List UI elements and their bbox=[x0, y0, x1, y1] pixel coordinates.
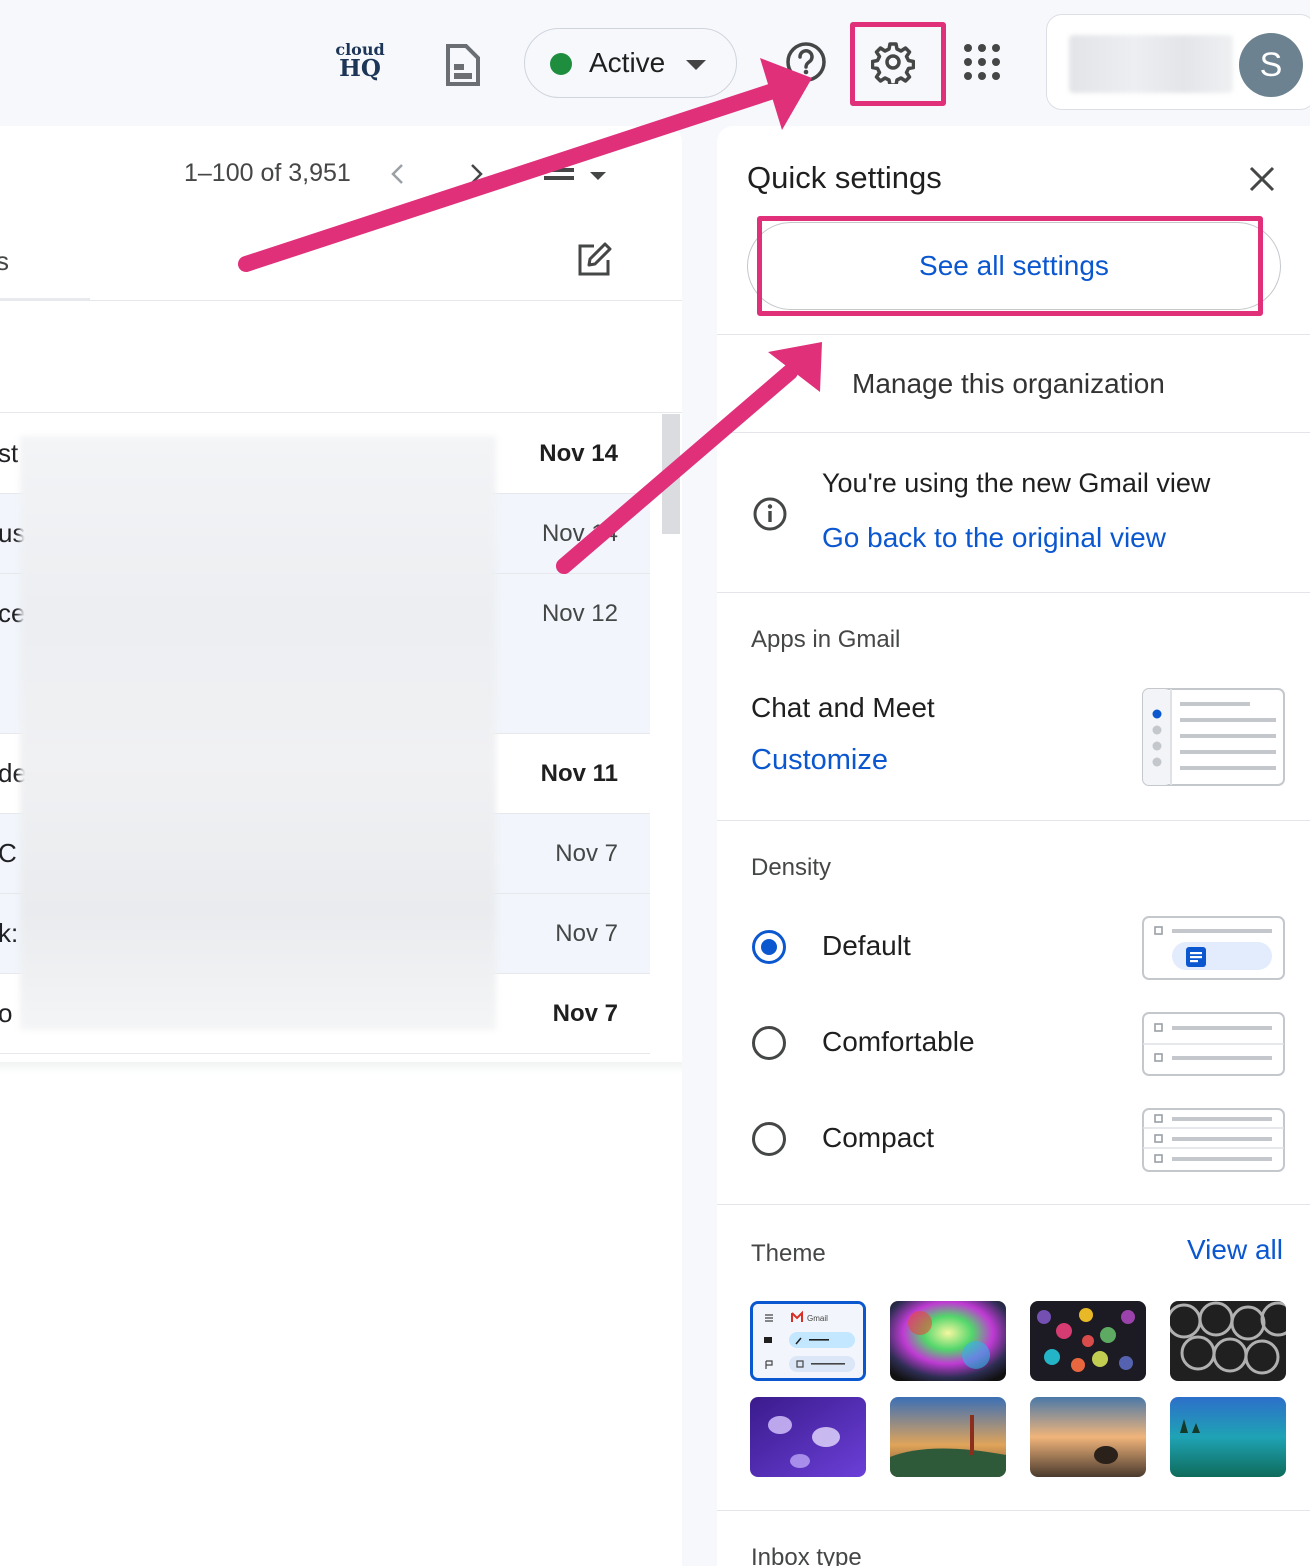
divider bbox=[717, 820, 1310, 821]
chat-meet-preview-icon bbox=[1142, 688, 1285, 786]
theme-bokeh-tile[interactable] bbox=[1030, 1301, 1146, 1381]
density-comfortable-preview-icon bbox=[1142, 1012, 1285, 1076]
status-label: Active bbox=[589, 47, 666, 78]
chat-and-meet-label: Chat and Meet bbox=[751, 692, 935, 723]
sender-fragment: o bbox=[0, 998, 13, 1028]
settings-gear-highlight-box bbox=[850, 22, 946, 106]
theme-default-tile[interactable]: Gmail bbox=[750, 1301, 866, 1381]
caret-down-icon bbox=[686, 60, 706, 70]
mail-list-panel: 1–100 of 3,951 s st Nov 14 us Nov 14 ce … bbox=[0, 126, 682, 1566]
apps-in-gmail-heading: Apps in Gmail bbox=[751, 626, 901, 653]
info-icon bbox=[753, 497, 787, 531]
tab-label-fragment[interactable]: s bbox=[0, 246, 9, 277]
density-default-radio[interactable] bbox=[752, 930, 786, 964]
sender-fragment: C bbox=[0, 838, 17, 868]
density-heading: Density bbox=[751, 854, 832, 881]
status-dropdown[interactable]: Active bbox=[524, 28, 737, 98]
density-compact-preview-icon bbox=[1142, 1108, 1285, 1172]
theme-pipes-tile[interactable] bbox=[1170, 1301, 1286, 1381]
quick-settings-title: Quick settings bbox=[747, 160, 942, 195]
sender-fragment: st bbox=[0, 438, 19, 468]
manage-organization-link[interactable]: Manage this organization bbox=[852, 368, 1165, 400]
compose-icon[interactable] bbox=[576, 242, 612, 278]
customize-link[interactable]: Customize bbox=[751, 744, 888, 777]
see-all-settings-highlight-box bbox=[757, 216, 1263, 316]
cloudhq-logo[interactable]: cloud HQ bbox=[330, 42, 390, 86]
divider bbox=[717, 432, 1310, 433]
gmail-view-notice: You're using the new Gmail view bbox=[822, 468, 1211, 498]
chevron-right-icon[interactable] bbox=[464, 162, 488, 186]
theme-lake-tile[interactable] bbox=[1170, 1397, 1286, 1477]
density-comfortable-label[interactable]: Comfortable bbox=[822, 1026, 975, 1058]
row-date: Nov 14 bbox=[541, 520, 618, 547]
density-comfortable-radio[interactable] bbox=[752, 1026, 786, 1060]
divider bbox=[717, 334, 1310, 335]
quick-settings-panel: Quick settings See all settings Manage t… bbox=[717, 126, 1310, 1566]
row-date: Nov 11 bbox=[540, 760, 618, 787]
inbox-type-heading: Inbox type bbox=[751, 1544, 862, 1566]
theme-sunset-tile[interactable] bbox=[1030, 1397, 1146, 1477]
go-back-original-view-link[interactable]: Go back to the original view bbox=[822, 522, 1166, 554]
default-theme-gmail-label: Gmail bbox=[807, 1314, 828, 1323]
divider bbox=[717, 1204, 1310, 1205]
default-theme-preview-icon: Gmail bbox=[753, 1304, 863, 1378]
theme-heading: Theme bbox=[751, 1240, 826, 1267]
scrollbar-thumb[interactable] bbox=[662, 414, 680, 534]
row-date: Nov 7 bbox=[555, 840, 618, 867]
row-date: Nov 7 bbox=[555, 920, 618, 947]
account-switcher[interactable]: S bbox=[1046, 14, 1310, 110]
avatar[interactable]: S bbox=[1239, 33, 1303, 97]
document-icon[interactable] bbox=[442, 44, 484, 86]
chevron-left-icon[interactable] bbox=[386, 162, 410, 186]
row-date: Nov 12 bbox=[541, 600, 618, 627]
theme-iridescent-tile[interactable] bbox=[890, 1301, 1006, 1381]
apps-grid-icon[interactable] bbox=[962, 42, 1002, 82]
help-icon[interactable] bbox=[784, 40, 828, 84]
pagination-count: 1–100 of 3,951 bbox=[184, 159, 351, 187]
view-all-themes-link[interactable]: View all bbox=[1187, 1234, 1283, 1266]
density-compact-label[interactable]: Compact bbox=[822, 1122, 934, 1154]
list-end-shadow bbox=[0, 1062, 682, 1074]
close-icon[interactable] bbox=[1247, 164, 1277, 194]
list-divider bbox=[0, 412, 682, 413]
sender-fragment: k: bbox=[0, 918, 19, 948]
blurred-email-content bbox=[20, 436, 496, 1030]
row-date: Nov 14 bbox=[539, 440, 618, 467]
theme-jellyfish-tile[interactable] bbox=[750, 1397, 866, 1477]
divider bbox=[717, 592, 1310, 593]
theme-bridge-tile[interactable] bbox=[890, 1397, 1006, 1477]
cloudhq-logo-line2: HQ bbox=[339, 55, 381, 82]
view-toggle-icon[interactable] bbox=[542, 166, 608, 188]
density-compact-radio[interactable] bbox=[752, 1122, 786, 1156]
density-default-label[interactable]: Default bbox=[822, 930, 911, 962]
divider bbox=[717, 1510, 1310, 1511]
list-divider bbox=[0, 300, 682, 301]
blurred-account-name bbox=[1069, 35, 1233, 93]
row-date: Nov 7 bbox=[552, 1000, 618, 1027]
top-bar: cloud HQ Active S bbox=[0, 0, 1310, 126]
density-default-preview-icon bbox=[1142, 916, 1285, 980]
status-active-dot bbox=[550, 53, 572, 75]
